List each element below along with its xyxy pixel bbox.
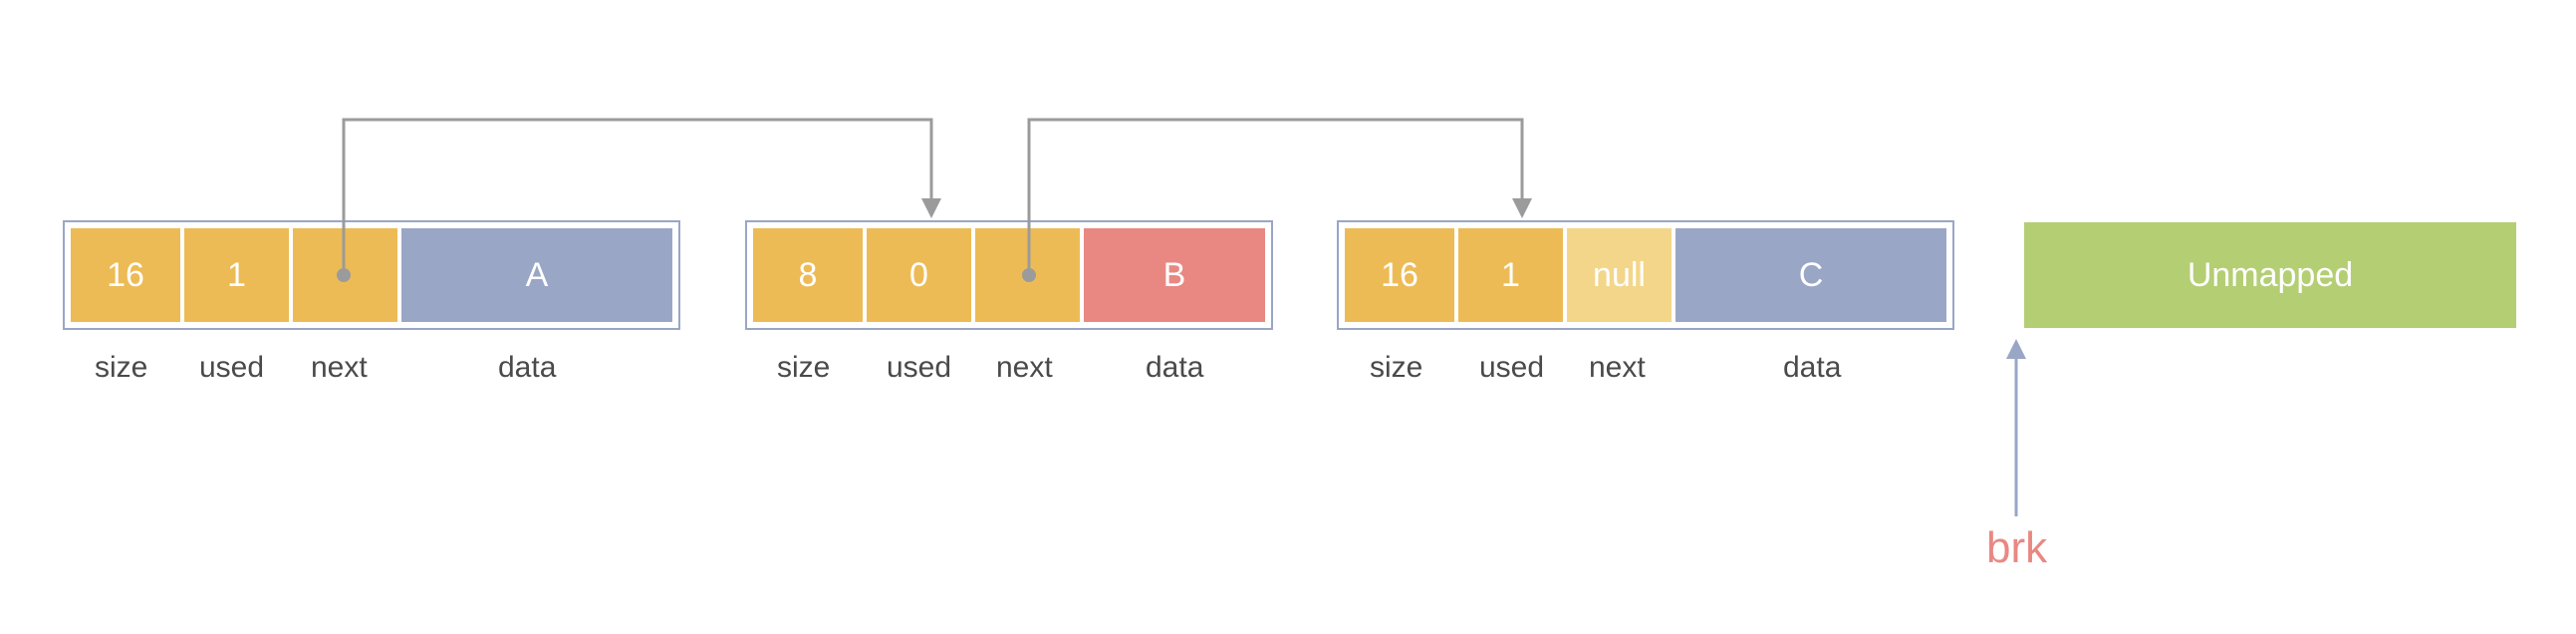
block-a: 16 1 A	[63, 220, 680, 330]
brk-arrow-head	[2006, 339, 2026, 359]
brk-label: brk	[1986, 523, 2047, 573]
cell-data: C	[1675, 228, 1946, 322]
label-size-b: size	[777, 351, 830, 385]
cell-data: B	[1084, 228, 1265, 322]
cell-size: 16	[1345, 228, 1454, 322]
cell-used: 1	[1458, 228, 1563, 322]
cell-unmapped: Unmapped	[2024, 222, 2516, 328]
label-data-c: data	[1783, 351, 1841, 385]
memory-diagram: 16 1 A size used next data 8 0 B size us…	[0, 0, 2576, 634]
cell-used: 1	[184, 228, 289, 322]
label-size-a: size	[95, 351, 147, 385]
cell-next: null	[1567, 228, 1672, 322]
label-used-b: used	[887, 351, 951, 385]
label-data-a: data	[498, 351, 556, 385]
cell-size: 16	[71, 228, 180, 322]
block-unmapped: Unmapped	[2024, 222, 2516, 328]
block-b: 8 0 B	[745, 220, 1273, 330]
arrow-head-b	[1512, 198, 1532, 218]
label-next-a: next	[311, 351, 368, 385]
arrow-head-a	[921, 198, 941, 218]
label-next-c: next	[1589, 351, 1646, 385]
label-used-c: used	[1479, 351, 1544, 385]
cell-used: 0	[867, 228, 971, 322]
cell-size: 8	[753, 228, 863, 322]
cell-data: A	[401, 228, 672, 322]
cell-next	[293, 228, 397, 322]
label-data-b: data	[1146, 351, 1203, 385]
block-c: 16 1 null C	[1337, 220, 1954, 330]
cell-next	[975, 228, 1080, 322]
label-size-c: size	[1370, 351, 1422, 385]
label-used-a: used	[199, 351, 264, 385]
label-next-b: next	[996, 351, 1053, 385]
